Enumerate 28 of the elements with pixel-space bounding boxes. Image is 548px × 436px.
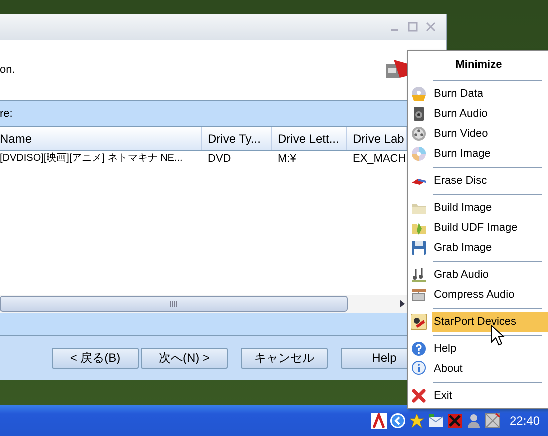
- menu-item[interactable]: Burn Data: [432, 84, 548, 104]
- section-label: re:: [0, 108, 13, 120]
- column-header[interactable]: Name: [0, 127, 202, 150]
- wizard-button[interactable]: キャンセル: [241, 348, 328, 368]
- menu-item[interactable]: Compress Audio: [432, 285, 548, 305]
- column-header[interactable]: Drive Ty...: [202, 127, 272, 150]
- menu-item[interactable]: Build UDF Image: [432, 218, 548, 238]
- menu-item[interactable]: StarPort Devices: [432, 312, 548, 332]
- menu-item[interactable]: Grab Audio: [432, 265, 548, 285]
- menu-item[interactable]: Burn Video: [432, 124, 548, 144]
- menu-item[interactable]: Grab Image: [432, 238, 548, 258]
- menu-item[interactable]: About: [432, 359, 548, 379]
- menu-item[interactable]: Burn Image: [432, 144, 548, 164]
- table-cell-text: EX_MACH: [352, 152, 407, 167]
- menu-item[interactable]: Build Image: [432, 198, 548, 218]
- table-cell-text: DVD: [207, 152, 232, 167]
- wizard-button[interactable]: 次へ(N) >: [141, 348, 228, 368]
- wizard-button[interactable]: < 戻る(B): [52, 348, 139, 368]
- menu-item[interactable]: Help: [432, 339, 548, 359]
- menu-item[interactable]: Erase Disc: [432, 171, 548, 191]
- column-header[interactable]: Drive Lett...: [272, 127, 347, 150]
- clock[interactable]: 22:40: [510, 414, 540, 428]
- menu-item[interactable]: Exit: [432, 386, 548, 406]
- table-cell-text: [DVDISO][映画][アニメ] ネトマキナ NE...: [0, 152, 184, 166]
- table-cell-text: M:¥: [277, 152, 298, 167]
- intro-text: on.: [0, 64, 16, 76]
- menu-item[interactable]: Burn Audio: [432, 104, 548, 124]
- menu-item[interactable]: Minimize: [454, 55, 502, 75]
